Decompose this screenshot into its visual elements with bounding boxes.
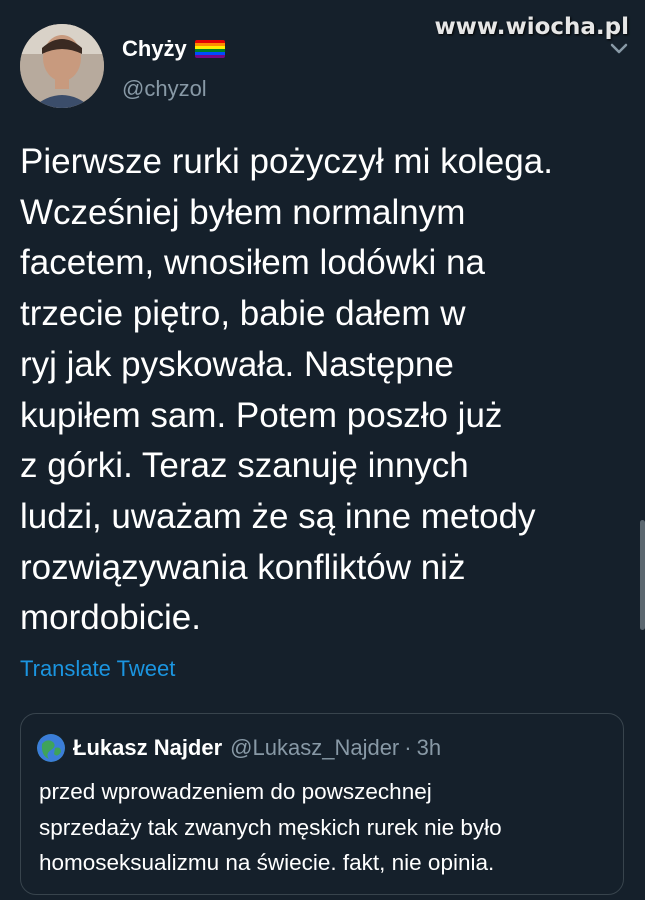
tweet-line: mordobicie. [20,598,201,638]
quoted-tweet-card[interactable]: Łukasz Najder @Lukasz_Najder · 3h przed … [20,713,624,895]
tweet-line: facetem, wnosiłem lodówki na [20,243,485,283]
author-avatar[interactable] [20,24,104,108]
quoted-tweet-header: Łukasz Najder @Lukasz_Najder · 3h [37,734,441,762]
quoted-author-avatar[interactable] [37,734,65,762]
quoted-line: homoseksualizmu na świecie. fakt, nie op… [39,850,495,875]
watermark: www.wiocha.pl [434,14,629,40]
quoted-timestamp: 3h [416,735,442,760]
quoted-line: przed wprowadzeniem do powszechnej [39,779,432,804]
tweet-line: Pierwsze rurki pożyczył mi kolega. [20,142,553,181]
tweet-line: ryj jak pyskowała. Następne [20,344,454,384]
quoted-author-handle: @Lukasz_Najder [230,735,400,760]
author-name-row[interactable]: Chyży [122,36,225,62]
tweet-line: rozwiązywania konfliktów niż [20,547,466,587]
author-display-name[interactable]: Chyży [122,36,187,62]
quoted-tweet-text: przed wprowadzeniem do powszechnej sprze… [39,774,609,881]
tweet-line: trzecie piętro, babie dałem w [20,294,466,334]
separator-dot: · [404,735,412,760]
translate-tweet-link[interactable]: Translate Tweet [20,656,175,682]
quoted-author-name: Łukasz Najder [73,735,223,760]
tweet-line: Wcześniej byłem normalnym [20,192,466,232]
tweet-text: Pierwsze rurki pożyczył mi kolega. Wcześ… [20,137,630,644]
tweet-line: z górki. Teraz szanuję innych [20,446,469,486]
author-handle[interactable]: @chyzol [122,76,207,102]
quoted-line: sprzedaży tak zwanych męskich rurek nie … [39,814,502,840]
tweet-line: ludzi, uważam że są inne metody [20,496,536,536]
tweet-line: kupiłem sam. Potem poszło już [20,395,503,435]
scrollbar-thumb[interactable] [640,520,645,630]
rainbow-flag-icon [194,40,225,58]
chevron-down-icon[interactable] [609,42,629,56]
